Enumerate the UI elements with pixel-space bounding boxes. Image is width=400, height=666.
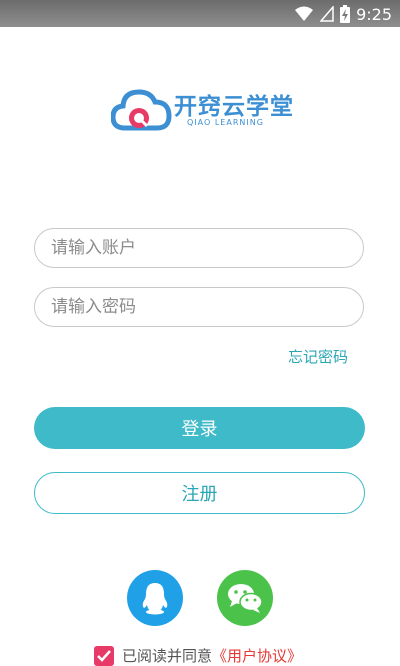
agreement-checkbox[interactable] [94, 645, 114, 666]
account-input[interactable] [34, 228, 364, 268]
user-agreement-link[interactable]: 《用户协议》 [212, 645, 302, 666]
forgot-password-link[interactable]: 忘记密码 [288, 346, 348, 367]
app-logo: 开窍云学堂 QIAO LEARNING [111, 84, 294, 134]
cloud-q-icon [111, 89, 172, 131]
logo-title: 开窍云学堂 [174, 94, 294, 120]
signal-icon [320, 6, 334, 22]
wifi-icon [295, 6, 314, 21]
login-button[interactable]: 登录 [34, 407, 365, 449]
status-bar: 9:25 [0, 0, 400, 27]
agreement-row: 已阅读并同意 《用户协议》 [94, 645, 302, 666]
qq-icon [142, 583, 168, 615]
password-input[interactable] [34, 287, 364, 327]
status-time: 9:25 [356, 4, 392, 24]
status-icons: 9:25 [294, 3, 392, 25]
battery-charging-icon [340, 5, 351, 23]
wechat-login-button[interactable] [217, 570, 273, 626]
agreement-text: 已阅读并同意 [122, 647, 213, 665]
qq-login-button[interactable] [127, 570, 183, 626]
logo-subtitle: QIAO LEARNING [187, 118, 264, 127]
register-button[interactable]: 注册 [34, 472, 365, 514]
wechat-icon [228, 584, 263, 613]
